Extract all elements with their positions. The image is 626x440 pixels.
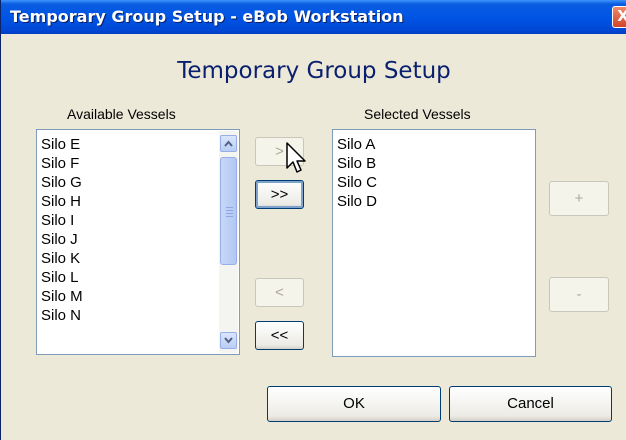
list-item[interactable]: Silo I: [41, 211, 83, 230]
window-title: Temporary Group Setup - eBob Workstation: [10, 7, 404, 26]
scroll-grip: [226, 216, 233, 217]
remove-all-button[interactable]: <<: [255, 321, 304, 350]
scroll-down-button[interactable]: [220, 332, 237, 349]
scroll-up-button[interactable]: [220, 135, 237, 152]
vertical-scrollbar[interactable]: [219, 131, 238, 353]
mouse-pointer-icon: [286, 142, 306, 173]
list-item[interactable]: Silo G: [41, 173, 83, 192]
dialog-heading: Temporary Group Setup: [177, 58, 451, 84]
list-item[interactable]: Silo L: [41, 268, 83, 287]
available-items: Silo E Silo F Silo G Silo H Silo I Silo …: [41, 135, 83, 325]
list-item[interactable]: Silo A: [337, 135, 377, 154]
chevron-up-icon: [224, 140, 233, 147]
list-item[interactable]: Silo B: [337, 154, 377, 173]
available-vessels-label: Available Vessels: [67, 106, 176, 122]
selected-vessels-label: Selected Vessels: [364, 106, 471, 122]
scroll-thumb[interactable]: [220, 157, 237, 265]
remove-selected-button[interactable]: <: [255, 278, 304, 307]
ok-button[interactable]: OK: [267, 386, 441, 422]
list-item[interactable]: Silo H: [41, 192, 83, 211]
list-item[interactable]: Silo K: [41, 249, 83, 268]
list-item[interactable]: Silo M: [41, 287, 83, 306]
list-item[interactable]: Silo E: [41, 135, 83, 154]
list-item[interactable]: Silo C: [337, 173, 377, 192]
close-button[interactable]: X: [612, 6, 626, 28]
title-bar[interactable]: Temporary Group Setup - eBob Workstation…: [1, 0, 626, 34]
list-item[interactable]: Silo F: [41, 154, 83, 173]
selected-items: Silo A Silo B Silo C Silo D: [337, 135, 377, 211]
scroll-grip: [226, 210, 233, 211]
scroll-grip: [226, 213, 233, 214]
add-all-button[interactable]: >>: [255, 180, 304, 209]
list-item[interactable]: Silo J: [41, 230, 83, 249]
cancel-button[interactable]: Cancel: [449, 386, 612, 422]
move-up-button[interactable]: +: [549, 181, 609, 216]
scroll-grip: [226, 207, 233, 208]
available-vessels-list[interactable]: Silo E Silo F Silo G Silo H Silo I Silo …: [36, 129, 240, 355]
close-icon: X: [617, 7, 626, 25]
list-item[interactable]: Silo D: [337, 192, 377, 211]
dialog-window: Temporary Group Setup - eBob Workstation…: [0, 0, 626, 440]
chevron-down-icon: [224, 337, 233, 344]
list-item[interactable]: Silo N: [41, 306, 83, 325]
move-down-button[interactable]: -: [549, 277, 609, 312]
selected-vessels-list[interactable]: Silo A Silo B Silo C Silo D: [332, 129, 536, 357]
